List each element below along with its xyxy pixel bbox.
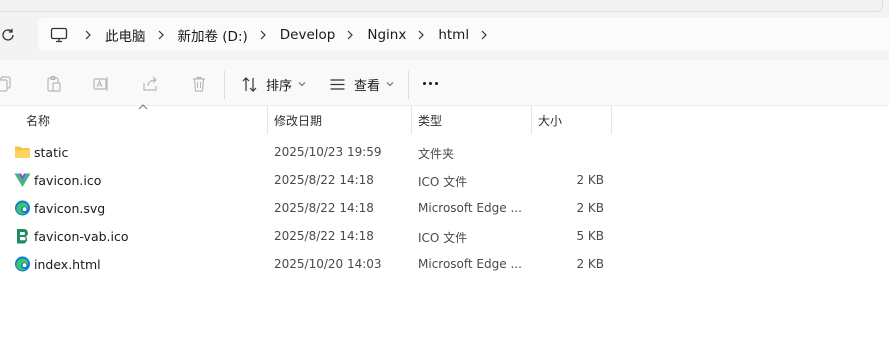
file-row[interactable]: static 2025/10/23 19:59 文件夹: [0, 138, 889, 166]
delete-icon[interactable]: [190, 75, 208, 93]
file-type: Microsoft Edge ...: [418, 201, 522, 215]
file-size: 2 KB: [576, 173, 604, 187]
column-divider[interactable]: [411, 106, 412, 134]
computer-icon: [50, 27, 68, 42]
file-type: ICO 文件: [418, 175, 468, 189]
column-header-name[interactable]: 名称: [26, 112, 50, 129]
breadcrumb-item[interactable]: html: [412, 27, 475, 43]
file-name: static: [34, 145, 69, 160]
edge-icon: [15, 200, 30, 216]
chevron-right-icon: [347, 30, 354, 39]
chevron-right-icon: [418, 30, 425, 39]
breadcrumb-label: 新加卷 (D:): [177, 28, 248, 45]
copy-icon[interactable]: [0, 75, 14, 93]
breadcrumb-label: html: [438, 26, 470, 43]
sort-ascending-icon: [138, 104, 148, 110]
toolbar-separator: [224, 71, 225, 99]
file-date: 2025/10/23 19:59: [274, 145, 382, 159]
breadcrumb-item[interactable]: 新加卷 (D:): [152, 25, 254, 45]
chevron-down-icon: [386, 82, 394, 87]
tab-edge: [0, 0, 883, 12]
breadcrumb-label: Develop: [279, 26, 336, 43]
sort-label: 排序: [266, 78, 293, 94]
column-divider[interactable]: [267, 106, 268, 134]
view-list-icon: [330, 78, 345, 90]
file-size: 2 KB: [576, 257, 604, 271]
file-type: Microsoft Edge ...: [418, 257, 522, 271]
chevron-down-icon: [298, 82, 306, 87]
more-options-icon[interactable]: [423, 82, 438, 85]
view-button[interactable]: 查看: [329, 72, 394, 96]
file-name: index.html: [34, 257, 101, 272]
breadcrumb-item[interactable]: 此电脑: [79, 25, 152, 45]
command-bar: 排序 查看: [0, 60, 889, 106]
file-date: 2025/8/22 14:18: [274, 201, 374, 215]
file-date: 2025/8/22 14:18: [274, 173, 374, 187]
column-header-type[interactable]: 类型: [418, 112, 442, 129]
vab-logo-icon: [17, 229, 28, 244]
rename-icon[interactable]: [92, 75, 110, 93]
file-type: 文件夹: [418, 147, 455, 161]
file-type: ICO 文件: [418, 231, 468, 245]
address-bar[interactable]: 此电脑 新加卷 (D:) Develop Nginx html: [38, 18, 889, 51]
file-row[interactable]: index.html 2025/10/20 14:03 Microsoft Ed…: [0, 250, 889, 278]
file-date: 2025/8/22 14:18: [274, 229, 374, 243]
column-divider[interactable]: [531, 106, 532, 134]
file-date: 2025/10/20 14:03: [274, 257, 382, 271]
refresh-icon[interactable]: [0, 27, 16, 43]
sort-button[interactable]: 排序: [241, 72, 306, 96]
file-name: favicon.ico: [34, 173, 102, 188]
view-label: 查看: [354, 78, 381, 94]
vue-logo-icon: [14, 173, 31, 187]
file-size: 5 KB: [576, 229, 604, 243]
folder-icon: [15, 146, 30, 158]
chevron-right-icon: [260, 30, 266, 39]
column-header-size[interactable]: 大小: [538, 112, 562, 129]
sort-icon: [242, 76, 257, 92]
share-icon[interactable]: [141, 75, 159, 93]
file-row[interactable]: favicon.ico 2025/8/22 14:18 ICO 文件 2 KB: [0, 166, 889, 194]
paste-icon[interactable]: [45, 75, 63, 93]
edge-icon: [15, 256, 30, 272]
file-name: favicon-vab.ico: [34, 229, 129, 244]
breadcrumb-dropdown[interactable]: [475, 30, 501, 40]
address-row: 此电脑 新加卷 (D:) Develop Nginx html: [0, 14, 889, 60]
breadcrumb-item[interactable]: Nginx: [341, 27, 412, 43]
column-divider[interactable]: [611, 106, 612, 134]
file-size: 2 KB: [576, 201, 604, 215]
column-header-row: 名称 修改日期 类型 大小: [0, 104, 889, 134]
chevron-right-icon: [85, 30, 91, 39]
breadcrumb-label: 此电脑: [105, 28, 146, 45]
chevron-right-icon: [481, 30, 487, 39]
chevron-right-icon: [158, 30, 164, 39]
breadcrumb-item[interactable]: Develop: [254, 27, 342, 43]
column-header-date[interactable]: 修改日期: [274, 112, 322, 129]
file-name: favicon.svg: [34, 201, 106, 216]
window-top-strip: [0, 0, 889, 14]
toolbar-separator: [408, 71, 409, 99]
breadcrumb-label: Nginx: [367, 26, 407, 43]
file-row[interactable]: favicon-vab.ico 2025/8/22 14:18 ICO 文件 5…: [0, 222, 889, 250]
file-row[interactable]: favicon.svg 2025/8/22 14:18 Microsoft Ed…: [0, 194, 889, 222]
